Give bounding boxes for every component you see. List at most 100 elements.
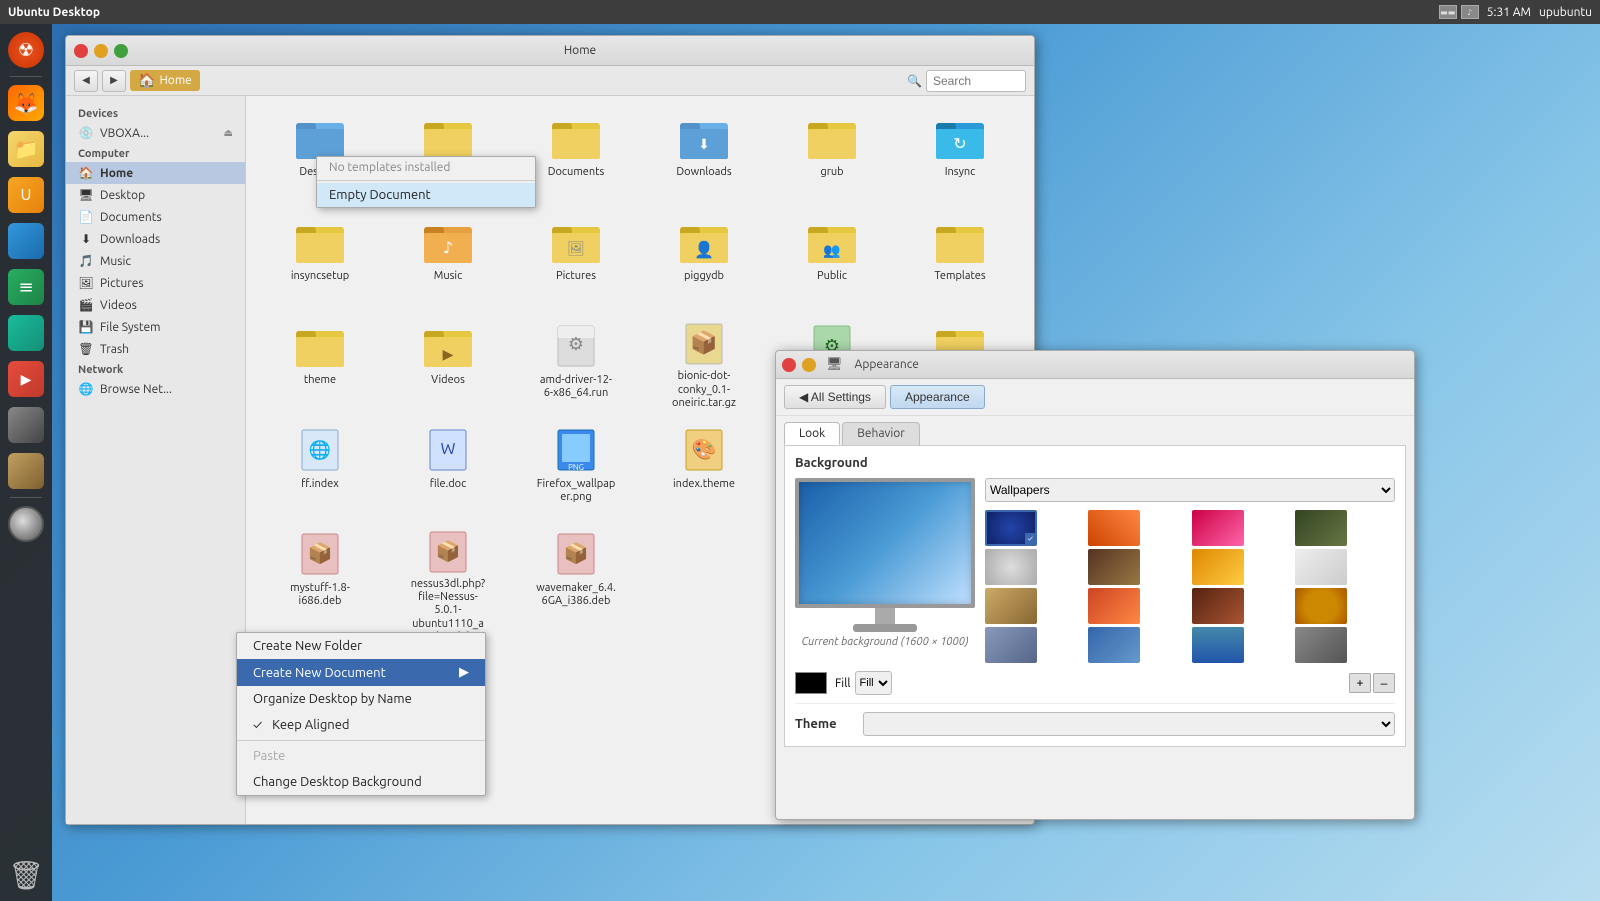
wallpaper-thumb-4[interactable]	[1295, 510, 1347, 546]
file-item-public[interactable]: 👥 Public	[770, 212, 894, 312]
ctx-change-bg[interactable]: Change Desktop Background	[237, 769, 485, 795]
launcher-item-3[interactable]: U	[4, 173, 48, 217]
search-input[interactable]	[926, 70, 1026, 92]
wallpaper-thumb-7[interactable]	[1192, 549, 1244, 585]
file-item-theme[interactable]: theme	[258, 316, 382, 416]
location-bar: ◀ ▶ 🏠 Home 🔍	[66, 66, 1034, 96]
wallpaper-thumb-14[interactable]	[1088, 627, 1140, 663]
fill-dropdown[interactable]: Fill	[855, 671, 892, 695]
file-item-downloads[interactable]: ⬇ Downloads	[642, 108, 766, 208]
vbox-icon: 💿	[78, 125, 94, 141]
launcher-item-6[interactable]	[4, 311, 48, 355]
appearance-minimize-button[interactable]	[802, 358, 816, 372]
wallpaper-thumb-2[interactable]	[1088, 510, 1140, 546]
wallpaper-thumb-11[interactable]	[1192, 588, 1244, 624]
ctx-keep-aligned[interactable]: Keep Aligned	[237, 712, 485, 738]
file-item-templates[interactable]: Templates	[898, 212, 1022, 312]
taskbar-title: Ubuntu Desktop	[8, 6, 100, 19]
file-item-bionic[interactable]: 📦 bionic-dot-conky_0.1-oneiric.tar.gz	[642, 316, 766, 416]
wallpaper-thumb-13[interactable]	[985, 627, 1037, 663]
folder-piggydb-icon: 👤	[680, 218, 728, 266]
file-item-music[interactable]: ♪ Music	[386, 212, 510, 312]
wallpaper-thumb-16[interactable]	[1295, 627, 1347, 663]
forward-button[interactable]: ▶	[102, 70, 126, 92]
launcher-item-8[interactable]	[4, 403, 48, 447]
wallpaper-thumb-5[interactable]	[985, 549, 1037, 585]
folder-grub-icon	[808, 114, 856, 162]
launcher-item-9[interactable]	[4, 449, 48, 493]
maximize-button[interactable]	[114, 44, 128, 58]
theme-label: Theme	[795, 717, 855, 731]
wallpaper-thumb-10[interactable]	[1088, 588, 1140, 624]
launcher-item-5[interactable]: ≡	[4, 265, 48, 309]
file-item-insync[interactable]: ↻ Insync	[898, 108, 1022, 208]
wallpaper-thumb-1[interactable]: ✓	[985, 510, 1037, 546]
ctx-empty-document[interactable]: Empty Document	[317, 183, 535, 207]
sidebar-desktop[interactable]: 🖥 Desktop	[66, 184, 245, 206]
file-item-amd[interactable]: ⚙ amd-driver-12-6-x86_64.run	[514, 316, 638, 416]
folder-downloads-icon: ⬇	[680, 114, 728, 162]
home-sidebar-icon: 🏠	[78, 165, 94, 181]
sidebar-downloads[interactable]: ⬇ Downloads	[66, 228, 245, 250]
ubuntu-launcher-btn[interactable]: ☢	[4, 28, 48, 72]
ctx-create-document[interactable]: Create New Document ▶	[237, 659, 485, 686]
color-picker-box[interactable]	[795, 672, 827, 694]
file-item-firefox-wallpaper[interactable]: PNG Firefox_wallpaper.png	[514, 420, 638, 520]
file-item-grub[interactable]: grub	[770, 108, 894, 208]
file-item-insyncsetup[interactable]: insyncsetup	[258, 212, 382, 312]
cdrom-icon	[8, 506, 44, 542]
all-settings-button[interactable]: ◀ All Settings	[784, 385, 886, 409]
sidebar-music[interactable]: 🎵 Music	[66, 250, 245, 272]
launcher-item-4[interactable]	[4, 219, 48, 263]
sound-icon[interactable]: ♪	[1461, 5, 1479, 19]
ctx-organize[interactable]: Organize Desktop by Name	[237, 686, 485, 712]
tab-look[interactable]: Look	[784, 422, 840, 445]
minimize-button[interactable]	[94, 44, 108, 58]
firefox-launcher-btn[interactable]: 🦊	[4, 81, 48, 125]
ctx-create-folder[interactable]: Create New Folder	[237, 633, 485, 659]
tab-behavior[interactable]: Behavior	[842, 422, 920, 445]
location-badge: 🏠 Home	[130, 70, 200, 91]
network-status-icon[interactable]: ▬▬	[1439, 5, 1457, 19]
wallpaper-thumb-12[interactable]	[1295, 588, 1347, 624]
folder-templates-icon	[936, 218, 984, 266]
monitor-screen	[795, 478, 975, 608]
remove-wallpaper-button[interactable]: –	[1373, 673, 1395, 693]
svg-text:W: W	[441, 440, 456, 458]
file-item-videos[interactable]: ▶ Videos	[386, 316, 510, 416]
sidebar-pictures[interactable]: 🖼 Pictures	[66, 272, 245, 294]
sidebar-vbox[interactable]: 💿 VBOXA... ⏏	[66, 122, 245, 144]
wallpapers-dropdown[interactable]: Wallpapers	[985, 478, 1395, 502]
file-item-pictures[interactable]: 🖼 Pictures	[514, 212, 638, 312]
theme-dropdown[interactable]	[863, 712, 1395, 736]
launcher-item-7[interactable]: ▶	[4, 357, 48, 401]
file-item-wavemaker[interactable]: 📦 wavemaker_6.4.6GA_i386.deb	[514, 524, 638, 624]
appearance-button[interactable]: Appearance	[890, 385, 985, 409]
launcher-cdrom[interactable]	[4, 502, 48, 546]
back-button[interactable]: ◀	[74, 70, 98, 92]
wallpaper-thumb-8[interactable]	[1295, 549, 1347, 585]
wallpaper-thumb-6[interactable]	[1088, 549, 1140, 585]
add-wallpaper-button[interactable]: +	[1349, 673, 1371, 693]
file-item-filedoc[interactable]: W file.doc	[386, 420, 510, 520]
close-button[interactable]	[74, 44, 88, 58]
sidebar-videos[interactable]: 🎬 Videos	[66, 294, 245, 316]
wallpaper-thumb-9[interactable]	[985, 588, 1037, 624]
wallpaper-thumb-3[interactable]	[1192, 510, 1244, 546]
file-item-mystuff[interactable]: 📦 mystuff-1.8-i686.deb	[258, 524, 382, 624]
launcher-icon-9	[8, 453, 44, 489]
file-item-indextheme[interactable]: 🎨 index.theme	[642, 420, 766, 520]
wallpaper-thumb-15[interactable]	[1192, 627, 1244, 663]
sidebar-documents[interactable]: 📄 Documents	[66, 206, 245, 228]
sidebar-home[interactable]: 🏠 Home	[66, 162, 245, 184]
file-item-ffindex[interactable]: 🌐 ff.index	[258, 420, 382, 520]
file-item-piggydb[interactable]: 👤 piggydb	[642, 212, 766, 312]
sidebar-browsenet[interactable]: 🌐 Browse Net...	[66, 378, 245, 400]
taskbar-top: Ubuntu Desktop ▬▬ ♪ 5:31 AM upubuntu	[0, 0, 1600, 24]
sidebar-filesystem[interactable]: 💾 File System	[66, 316, 245, 338]
file-item-nessus[interactable]: 📦 nessus3dl.php?file=Nessus-5.0.1-ubuntu…	[386, 524, 510, 624]
files-launcher-btn[interactable]: 📁	[4, 127, 48, 171]
appearance-close-button[interactable]	[782, 358, 796, 372]
desktop-trash-launcher[interactable]: 🗑	[4, 853, 48, 897]
sidebar-trash[interactable]: 🗑 Trash	[66, 338, 245, 360]
